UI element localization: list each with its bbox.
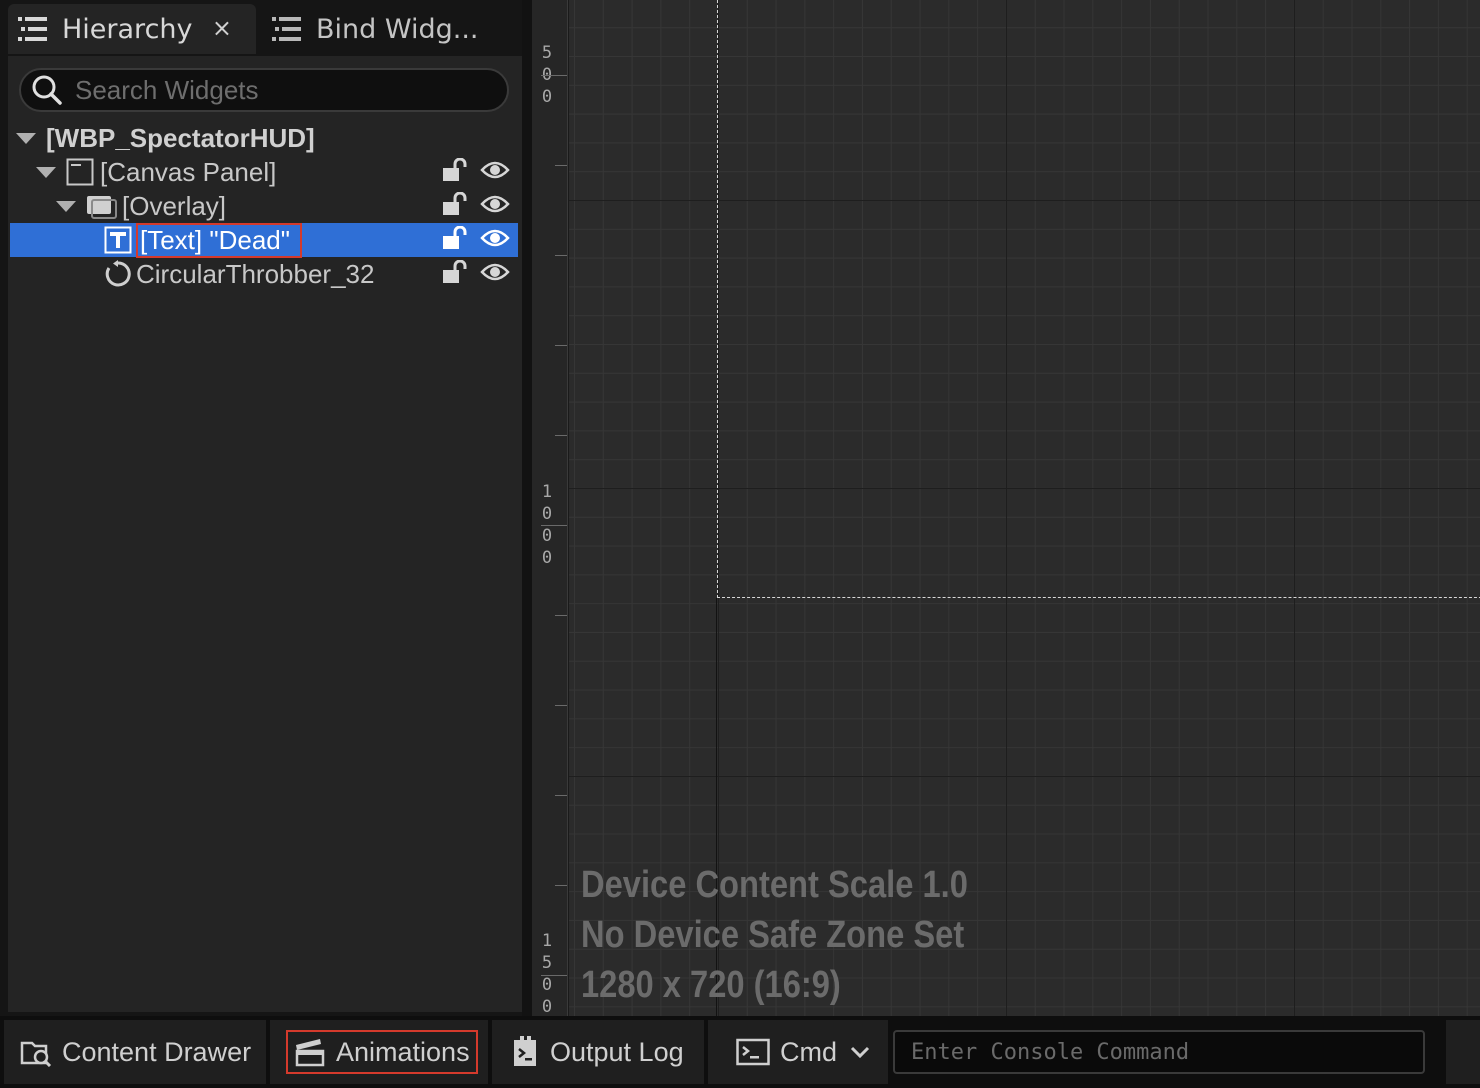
bottom-bar-edge bbox=[1446, 1020, 1480, 1084]
animations-highlight: Animations bbox=[286, 1030, 478, 1074]
ruler-digit: 0 bbox=[541, 548, 553, 568]
lock-open-icon[interactable] bbox=[442, 260, 468, 284]
tab-hierarchy[interactable]: Hierarchy × bbox=[8, 4, 256, 54]
tree-row-text-dead[interactable]: [Text] "Dead" bbox=[10, 222, 518, 258]
ruler-tick bbox=[555, 795, 567, 796]
device-content-scale-text: Device Content Scale 1.0 bbox=[581, 864, 968, 906]
ruler-tick bbox=[555, 705, 567, 706]
terminal-icon bbox=[736, 1038, 770, 1066]
ruler-tick bbox=[555, 615, 567, 616]
lock-open-icon[interactable] bbox=[442, 158, 468, 182]
panel-tab-bar: Hierarchy × Bind Widg... bbox=[0, 0, 522, 56]
design-canvas[interactable]: Device Content Scale 1.0 No Device Safe … bbox=[569, 0, 1480, 1016]
canvas-boundary-dashed-horizontal bbox=[717, 597, 1480, 598]
animations-label: Animations bbox=[336, 1036, 470, 1067]
ruler-label-1500: 1500 bbox=[540, 930, 554, 1018]
content-drawer-label: Content Drawer bbox=[62, 1036, 252, 1067]
text-widget-icon bbox=[104, 226, 132, 254]
ruler-tick bbox=[555, 255, 567, 256]
tree-text-dead-label: [Text] "Dead" bbox=[136, 222, 302, 258]
hierarchy-list-icon bbox=[18, 17, 47, 41]
tree-throbber-label: CircularThrobber_32 bbox=[136, 258, 375, 289]
tree-row-overlay[interactable]: [Overlay] bbox=[10, 189, 518, 223]
search-box[interactable] bbox=[19, 68, 509, 112]
row-icons bbox=[442, 192, 510, 216]
panel-splitter[interactable] bbox=[522, 0, 532, 1016]
ruler-tick bbox=[541, 525, 567, 526]
ruler-tick bbox=[541, 75, 567, 76]
eye-icon[interactable] bbox=[480, 159, 510, 181]
output-log-button[interactable]: Output Log bbox=[492, 1020, 704, 1084]
hierarchy-body: [WBP_SpectatorHUD] [Canvas Panel] bbox=[8, 56, 522, 1012]
tab-bind-widgets-label: Bind Widg... bbox=[316, 13, 479, 45]
canvas-info-overlay: Device Content Scale 1.0 No Device Safe … bbox=[581, 860, 968, 1010]
tree-root-label: [WBP_SpectatorHUD] bbox=[46, 122, 315, 153]
ruler-digit: 0 bbox=[541, 997, 553, 1017]
resolution-text: 1280 x 720 (16:9) bbox=[581, 964, 841, 1006]
hierarchy-list-icon bbox=[272, 17, 301, 41]
lock-open-icon[interactable] bbox=[442, 192, 468, 216]
canvas-panel-icon bbox=[66, 158, 94, 186]
ruler-tick bbox=[541, 975, 567, 976]
ruler-digit: 0 bbox=[541, 526, 553, 546]
eye-icon[interactable] bbox=[480, 193, 510, 215]
ruler-digit: 1 bbox=[541, 482, 553, 502]
tree-row-circular-throbber[interactable]: CircularThrobber_32 bbox=[10, 257, 518, 291]
vertical-ruler: 500 1000 1500 bbox=[532, 0, 568, 1018]
bottom-toolbar: Content Drawer Animations Output Log Cmd… bbox=[0, 1016, 1480, 1088]
search-input[interactable] bbox=[75, 74, 495, 106]
animations-button[interactable]: Animations bbox=[270, 1020, 488, 1084]
tree-row-canvas-panel[interactable]: [Canvas Panel] bbox=[10, 155, 518, 189]
ruler-digit: 5 bbox=[541, 953, 553, 973]
output-log-label: Output Log bbox=[550, 1036, 684, 1067]
search-icon bbox=[32, 75, 62, 105]
ruler-digit: 1 bbox=[541, 931, 553, 951]
hierarchy-panel: Hierarchy × Bind Widg... Search Widgets … bbox=[0, 0, 522, 1016]
chevron-down-icon bbox=[850, 1046, 870, 1059]
ruler-tick bbox=[555, 435, 567, 436]
overlay-icon bbox=[87, 196, 117, 219]
throbber-icon bbox=[105, 260, 131, 287]
tree-overlay-label: [Overlay] bbox=[122, 190, 227, 221]
row-icons bbox=[442, 260, 510, 284]
ruler-digit: 0 bbox=[541, 87, 553, 107]
tree-row-root[interactable]: [WBP_SpectatorHUD] bbox=[10, 121, 518, 155]
ruler-tick bbox=[555, 345, 567, 346]
output-log-icon bbox=[514, 1036, 536, 1066]
ruler-digit: 0 bbox=[541, 975, 553, 995]
ruler-digit: 0 bbox=[541, 504, 553, 524]
ruler-tick bbox=[555, 165, 567, 166]
tab-hierarchy-label: Hierarchy bbox=[62, 13, 193, 45]
row-icons bbox=[442, 158, 510, 182]
tab-bind-widgets[interactable]: Bind Widg... bbox=[262, 4, 520, 54]
widget-designer-window: Hierarchy × Bind Widg... Search Widgets … bbox=[0, 0, 1480, 1088]
ruler-digit: 5 bbox=[541, 43, 553, 63]
safe-zone-text: No Device Safe Zone Set bbox=[581, 914, 965, 956]
content-drawer-icon bbox=[20, 1041, 52, 1067]
ruler-tick bbox=[555, 885, 567, 886]
lock-open-icon[interactable] bbox=[442, 226, 468, 250]
expand-caret-icon[interactable] bbox=[16, 132, 36, 144]
eye-icon[interactable] bbox=[480, 227, 510, 249]
row-icons bbox=[442, 226, 510, 250]
cmd-label: Cmd bbox=[780, 1036, 838, 1067]
expand-caret-icon[interactable] bbox=[56, 200, 76, 212]
canvas-boundary-dashed-vertical bbox=[717, 0, 718, 598]
cmd-dropdown[interactable]: Cmd bbox=[708, 1020, 888, 1084]
expand-caret-icon[interactable] bbox=[36, 166, 56, 178]
tree-canvas-panel-label: [Canvas Panel] bbox=[100, 156, 277, 187]
eye-icon[interactable] bbox=[480, 261, 510, 283]
content-drawer-button[interactable]: Content Drawer bbox=[4, 1020, 266, 1084]
clapperboard-icon bbox=[295, 1039, 325, 1067]
console-command-input[interactable] bbox=[893, 1030, 1425, 1074]
close-icon[interactable]: × bbox=[212, 14, 232, 42]
